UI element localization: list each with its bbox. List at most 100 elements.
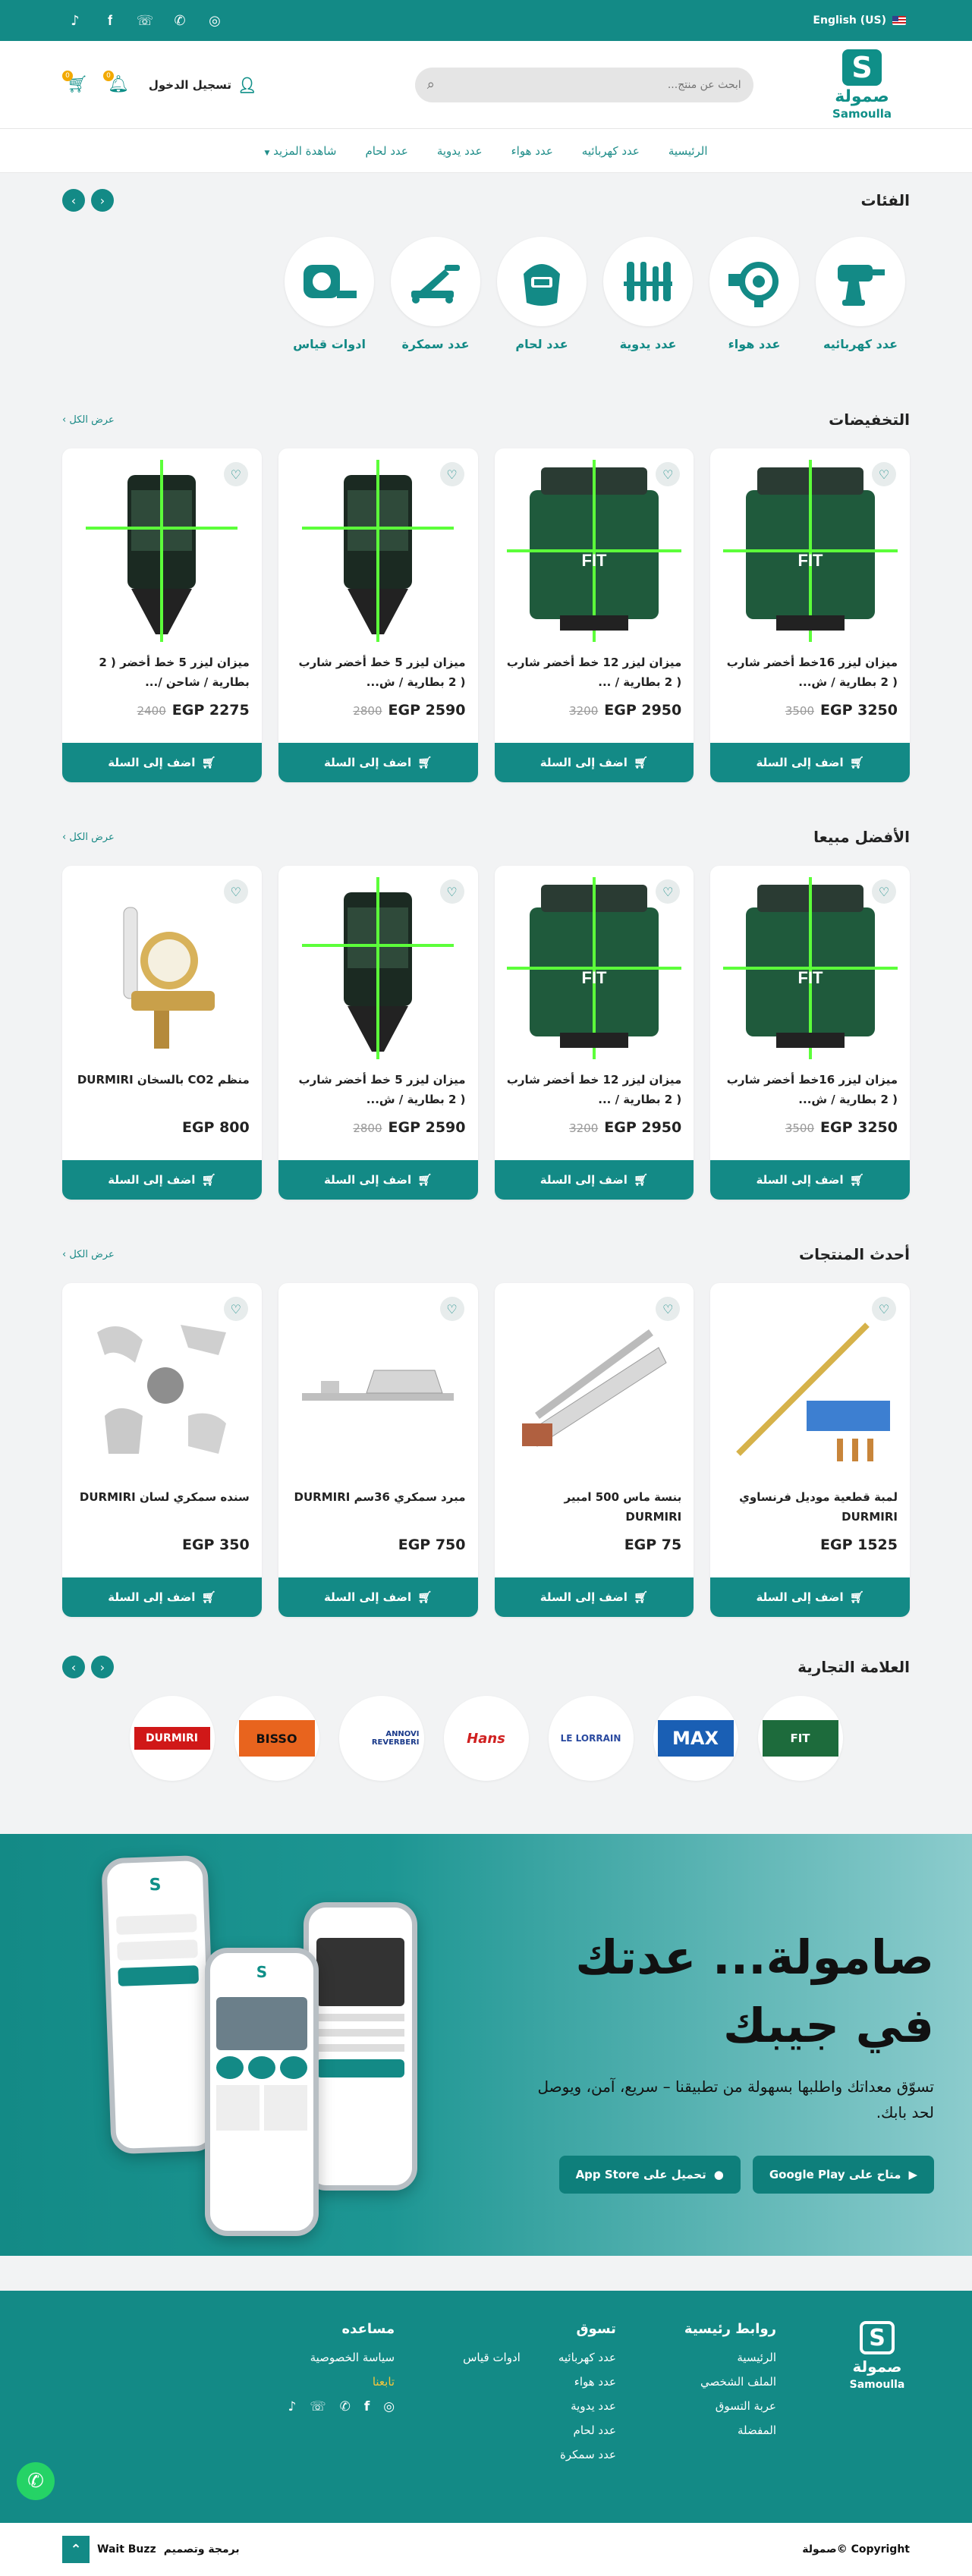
category-item[interactable]: ادوات قياس [285,237,374,351]
add-to-cart-button[interactable]: 🛒︎ اضف إلى السلة [710,1160,910,1200]
footer-link[interactable]: عدد كهربائيه [558,2351,616,2364]
brand-logo[interactable]: LE LORRAIN [548,1696,634,1781]
price-old: 3500 [785,704,814,718]
whatsapp-float-button[interactable]: ✆ [17,2462,55,2500]
footer-link[interactable]: عدد هواء [558,2375,616,2389]
whatsapp-icon[interactable]: ✆ [171,11,189,30]
product-card[interactable]: ♡ ميزان ليزر 5 خط أخضر شارب ( 2 بطارية /… [278,448,478,782]
login-button[interactable]: 👤︎ تسجيل الدخول [149,76,257,94]
category-item[interactable]: عدد لحام [497,237,587,351]
heart-icon[interactable]: ♡ [656,879,681,904]
add-to-cart-button[interactable]: 🛒︎ اضف إلى السلة [278,743,478,782]
brand-logo[interactable]: MAX [653,1696,738,1781]
add-to-cart-button[interactable]: 🛒︎ اضف إلى السلة [62,1160,262,1200]
footer-link[interactable]: ادوات قياس [463,2351,521,2364]
facebook-icon[interactable]: f [101,11,119,30]
instagram-icon[interactable]: ◎ [383,2399,395,2414]
view-all-link[interactable]: عرض الكل › [62,1249,115,1260]
footer-link[interactable]: الملف الشخصي [684,2375,776,2389]
add-to-cart-button[interactable]: 🛒︎ اضف إلى السلة [278,1577,478,1617]
language-selector[interactable]: English (US) [813,14,906,27]
brand-logo[interactable]: FIT [757,1696,843,1781]
category-item[interactable]: عدد هواء [709,237,799,351]
nav-item-air-tools[interactable]: عدد هواء [511,144,553,158]
prev-arrow-icon[interactable]: ‹ [62,189,85,212]
cart-button[interactable]: 🛒︎ 0 [62,71,88,94]
heart-icon[interactable]: ♡ [872,462,896,486]
google-play-button[interactable]: ▶ متاح على Google Play [752,2155,934,2194]
product-card[interactable]: ♡ FIT ميزان ليزر 12 خط أخضر شارب ( 2 بطا… [494,866,694,1200]
product-card[interactable]: ♡ لمبة قطعية موديل فرنساوي DURMIRI EGP 1… [710,1283,910,1617]
heart-icon[interactable]: ♡ [439,462,464,486]
instagram-icon[interactable]: ◎ [206,11,224,30]
site-logo[interactable]: S صمولة Samoulla [820,49,904,120]
next-arrow-icon[interactable]: › [91,189,114,212]
add-to-cart-button[interactable]: 🛒︎ اضف إلى السلة [494,743,694,782]
heart-icon[interactable]: ♡ [223,462,248,486]
product-card[interactable]: ♡ FIT ميزان ليزر 16خط أخضر شارب ( 2 بطار… [710,866,910,1200]
product-card[interactable]: ♡ بنسة ماس 500 امبير DURMIRI EGP 75 🛒︎ اض… [494,1283,694,1617]
product-card[interactable]: ♡ سنده سمكري لسان DURMIRI EGP 350 🛒︎ اضف … [62,1283,262,1617]
heart-icon[interactable]: ♡ [656,1297,681,1321]
add-to-cart-button[interactable]: 🛒︎ اضف إلى السلة [278,1160,478,1200]
product-card[interactable]: ♡ FIT ميزان ليزر 16خط أخضر شارب ( 2 بطار… [710,448,910,782]
nav-item-hand-tools[interactable]: عدد يدوية [437,144,483,158]
brand-logo[interactable]: ANNOVI REVERBERI [338,1696,424,1781]
product-card[interactable]: ♡ منظم CO2 بالسخان DURMIRI EGP 800 🛒︎ اضف… [62,866,262,1200]
app-store-button[interactable]: ● تحميل على App Store [558,2155,741,2194]
heart-icon[interactable]: ♡ [223,879,248,904]
category-item[interactable]: عدد كهربائيه [816,237,905,351]
footer-link[interactable]: سياسة الخصوصية [288,2351,395,2364]
product-card[interactable]: ♡ ميزان ليزر 5 خط أخضر شارب ( 2 بطارية /… [278,866,478,1200]
phone-icon[interactable]: ☏ [310,2399,326,2414]
brand-logo[interactable]: Hans [443,1696,529,1781]
prev-arrow-icon[interactable]: ‹ [62,1656,85,1678]
category-item[interactable]: عدد سمكرة [391,237,480,351]
add-to-cart-button[interactable]: 🛒︎ اضف إلى السلة [62,1577,262,1617]
add-to-cart-button[interactable]: 🛒︎ اضف إلى السلة [494,1160,694,1200]
product-card[interactable]: ♡ مبرد سمكري 36سم DURMIRI EGP 750 🛒︎ اضف … [278,1283,478,1617]
heart-icon[interactable]: ♡ [223,1297,248,1321]
footer-link[interactable]: الرئيسية [684,2351,776,2364]
search-input[interactable] [442,78,741,91]
us-flag-icon [892,16,906,25]
view-all-link[interactable]: عرض الكل › [62,414,115,426]
whatsapp-icon[interactable]: ✆ [340,2399,351,2414]
footer-logo[interactable]: S صمولة Samoulla [845,2321,910,2472]
brand-logo[interactable]: BISSO [234,1696,319,1781]
wishlist-button[interactable]: 🔔︎ 0 [102,71,129,94]
footer-link[interactable]: عربة التسوق [684,2399,776,2413]
category-item[interactable]: عدد يدوية [603,237,693,351]
footer-link[interactable]: عدد سمكرة [558,2448,616,2461]
add-to-cart-button[interactable]: 🛒︎ اضف إلى السلة [710,1577,910,1617]
view-all-label: عرض الكل [69,1248,115,1260]
brand-logo[interactable]: DURMIRI [129,1696,215,1781]
heart-icon[interactable]: ♡ [439,1297,464,1321]
search-icon[interactable]: ⌕ [427,77,435,93]
footer-link[interactable]: عدد يدوية [558,2399,616,2413]
add-to-cart-button[interactable]: 🛒︎ اضف إلى السلة [710,743,910,782]
nav-item-welding-tools[interactable]: عدد لحام [365,144,407,158]
nav-item-electric-tools[interactable]: عدد كهربائيه [582,144,640,158]
add-to-cart-button[interactable]: 🛒︎ اضف إلى السلة [62,743,262,782]
heart-icon[interactable]: ♡ [872,879,896,904]
nav-item-home[interactable]: الرئيسية [668,144,708,158]
footer-link[interactable]: عدد لحام [558,2423,616,2437]
tiktok-icon[interactable]: ♪ [288,2399,296,2414]
footer-link[interactable]: المفضلة [684,2423,776,2437]
facebook-icon[interactable]: f [364,2399,370,2414]
scroll-to-top-button[interactable]: ⌃ [62,2536,90,2563]
heart-icon[interactable]: ♡ [439,879,464,904]
phone-icon[interactable]: ☏ [136,11,154,30]
nav-item-more[interactable]: شاهدة المزيد ▼ [264,144,336,158]
product-card[interactable]: ♡ ميزان ليزر 5 خط أخضر ( 2 بطارية / شاحن… [62,448,262,782]
add-to-cart-button[interactable]: 🛒︎ اضف إلى السلة [494,1577,694,1617]
tiktok-icon[interactable]: ♪ [66,11,84,30]
heart-icon[interactable]: ♡ [872,1297,896,1321]
next-arrow-icon[interactable]: › [91,1656,114,1678]
heart-icon[interactable]: ♡ [656,462,681,486]
view-all-link[interactable]: عرض الكل › [62,832,115,843]
product-card[interactable]: ♡ FIT ميزان ليزر 12 خط أخضر شارب ( 2 بطا… [494,448,694,782]
developer-credit[interactable]: برمجة وتصميم Wait Buzz ◆ ⌃ [62,2536,240,2563]
credit-brand: Wait Buzz [97,2543,156,2556]
